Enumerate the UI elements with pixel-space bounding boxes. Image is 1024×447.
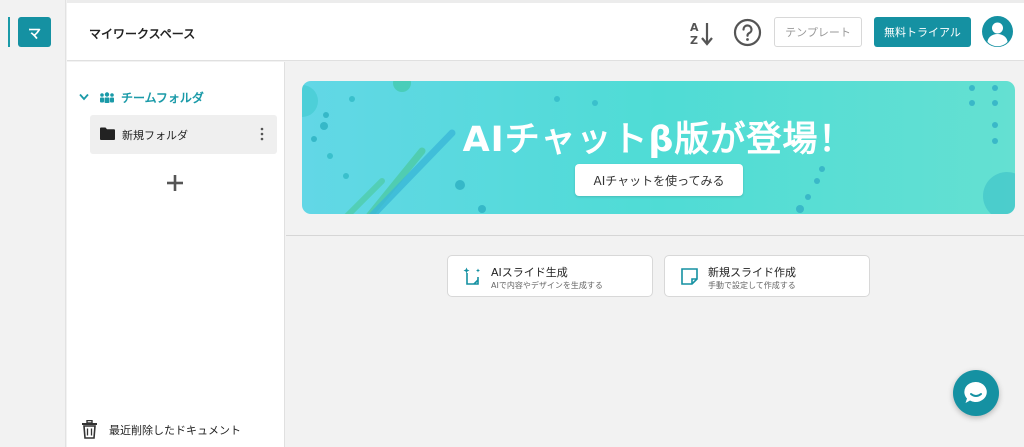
workspace-rail: マ — [0, 0, 66, 447]
recently-deleted-label: 最近削除したドキュメント — [109, 423, 241, 437]
new-slide-title: 新規スライド作成 — [708, 266, 796, 279]
ai-slide-subtitle: AIで内容やデザインを生成する — [491, 281, 603, 290]
banner-title: AIチャットβ版が登場！ — [462, 120, 855, 160]
sort-az-icon[interactable]: A Z — [689, 19, 717, 47]
folder-item[interactable]: 新規フォルダ — [90, 115, 277, 154]
chat-support-button[interactable] — [953, 370, 999, 416]
svg-text:A: A — [690, 21, 699, 34]
team-folder-toggle[interactable]: チームフォルダ — [79, 88, 204, 106]
new-slide-subtitle: 手動で設定して作成する — [708, 281, 796, 290]
new-slide-button[interactable]: 新規スライド作成 手動で設定して作成する — [664, 255, 870, 297]
recently-deleted-link[interactable]: 最近削除したドキュメント — [81, 420, 241, 439]
team-icon — [100, 91, 114, 103]
chevron-down-icon — [79, 93, 89, 101]
header: マイワークスペース A Z テンプレート 無料トライアル — [67, 3, 1024, 61]
ai-slide-title: AIスライド生成 — [491, 266, 568, 279]
user-avatar-icon[interactable] — [982, 16, 1013, 47]
try-ai-chat-button[interactable]: AIチャットを使ってみる — [575, 164, 743, 196]
folder-label: 新規フォルダ — [122, 129, 188, 142]
team-folder-label: チームフォルダ — [121, 90, 204, 105]
folder-icon — [100, 127, 115, 140]
more-options-icon[interactable] — [258, 126, 266, 142]
workspace-switcher-button[interactable]: マ — [18, 17, 51, 47]
ai-chat-banner[interactable]: AIチャットβ版が登場！ AIチャットを使ってみる — [302, 81, 1015, 214]
ai-slide-icon — [463, 267, 480, 285]
divider — [286, 235, 1024, 236]
svg-text:Z: Z — [690, 34, 698, 47]
free-trial-button[interactable]: 無料トライアル — [874, 17, 971, 47]
trash-icon — [82, 420, 97, 439]
ai-slide-generate-button[interactable]: AIスライド生成 AIで内容やデザインを生成する — [447, 255, 653, 297]
template-button[interactable]: テンプレート — [774, 17, 862, 47]
folder-sidebar: チームフォルダ 新規フォルダ 最近削除したドキュメント — [67, 62, 285, 447]
help-circle-icon[interactable] — [733, 18, 762, 47]
chat-bubble-icon — [964, 381, 987, 403]
active-workspace-indicator — [8, 17, 10, 47]
add-folder-icon[interactable] — [163, 171, 187, 195]
new-slide-icon — [681, 268, 698, 285]
page-title: マイワークスペース — [89, 27, 196, 41]
